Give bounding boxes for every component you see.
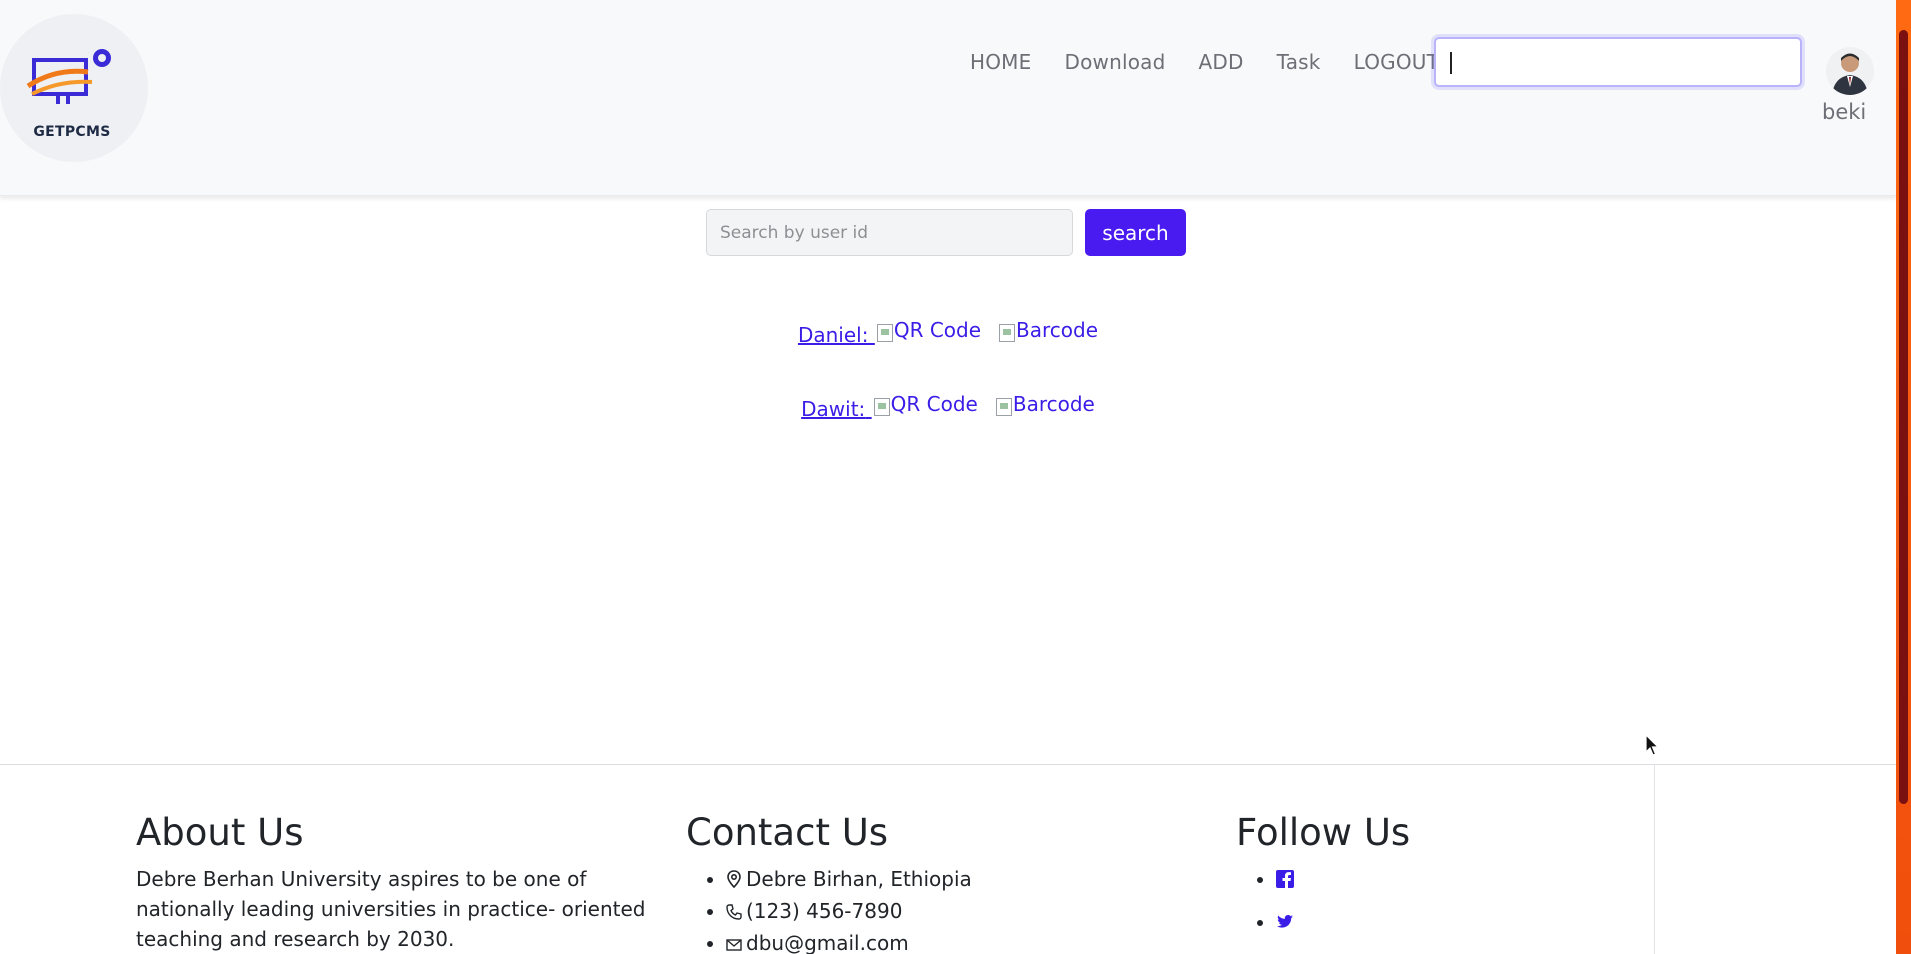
barcode-link-daniel[interactable]: Barcode <box>997 318 1098 347</box>
twitter-link[interactable] <box>1276 910 1294 934</box>
nav-add[interactable]: ADD <box>1199 50 1244 74</box>
brand-name: GETPCMS <box>33 124 111 140</box>
barcode-image: Barcode <box>999 318 1098 342</box>
broken-image-icon <box>999 324 1016 342</box>
broken-image-icon <box>873 398 890 416</box>
nav-download[interactable]: Download <box>1064 50 1165 74</box>
qr-code-image: QR Code <box>876 318 981 342</box>
follow-section: Follow Us <box>1236 811 1410 950</box>
contact-email: dbu@gmail.com <box>726 928 972 954</box>
mail-icon <box>726 930 744 954</box>
contact-section: Contact Us Debre Birhan, Ethiopia (123) … <box>686 811 972 954</box>
username-label: beki <box>1822 100 1867 124</box>
about-title: About Us <box>136 811 304 854</box>
divider <box>1654 765 1655 954</box>
search-button[interactable]: search <box>1085 209 1186 256</box>
broken-image-icon <box>876 324 893 342</box>
twitter-icon <box>1277 915 1293 928</box>
monitor-gear-logo-icon <box>26 49 111 104</box>
barcode-link-dawit[interactable]: Barcode <box>994 392 1095 421</box>
follow-title: Follow Us <box>1236 811 1411 854</box>
contact-phone: (123) 456-7890 <box>726 896 972 928</box>
phone-icon <box>726 898 744 928</box>
broken-image-icon <box>995 398 1012 416</box>
list-item: Daniel: QR Code Barcode <box>0 318 1896 347</box>
footer: About Us Debre Berhan University aspires… <box>0 764 1896 954</box>
map-pin-icon <box>726 866 744 896</box>
list-item <box>1276 907 1410 937</box>
about-text: Debre Berhan University aspires to be on… <box>136 867 646 951</box>
user-id-search-input[interactable] <box>706 209 1073 256</box>
qr-code-image: QR Code <box>873 392 978 416</box>
user-name: Dawit: <box>801 397 866 421</box>
contact-address: Debre Birhan, Ethiopia <box>726 864 972 896</box>
header-search-input[interactable] <box>1434 37 1802 87</box>
barcode-image: Barcode <box>995 392 1095 416</box>
about-section: About Us Debre Berhan University aspires… <box>136 811 676 954</box>
list-item: Dawit: QR Code Barcode <box>0 392 1896 421</box>
scrollbar-thumb[interactable] <box>1899 30 1908 804</box>
nav-task[interactable]: Task <box>1277 50 1321 74</box>
nav-home[interactable]: HOME <box>970 50 1031 74</box>
brand-logo[interactable]: GETPCMS <box>0 14 148 162</box>
main-nav: HOME Download ADD Task LOGOUT <box>970 50 1439 74</box>
avatar[interactable] <box>1826 47 1874 95</box>
user-avatar-icon <box>1832 53 1868 95</box>
user-name: Daniel: <box>797 323 869 347</box>
vertical-scrollbar[interactable] <box>1896 0 1911 954</box>
user-link-daniel[interactable]: Daniel: QR Code <box>797 318 981 347</box>
top-navbar: GETPCMS HOME Download ADD Task LOGOUT be… <box>0 0 1896 196</box>
user-link-dawit[interactable]: Dawit: QR Code <box>801 392 978 421</box>
facebook-icon <box>1276 870 1294 888</box>
text-caret <box>1450 52 1452 74</box>
facebook-link[interactable] <box>1276 867 1294 891</box>
contact-title: Contact Us <box>686 811 889 854</box>
list-item <box>1276 864 1410 894</box>
nav-logout[interactable]: LOGOUT <box>1354 50 1439 74</box>
mouse-cursor-icon <box>1645 734 1660 756</box>
